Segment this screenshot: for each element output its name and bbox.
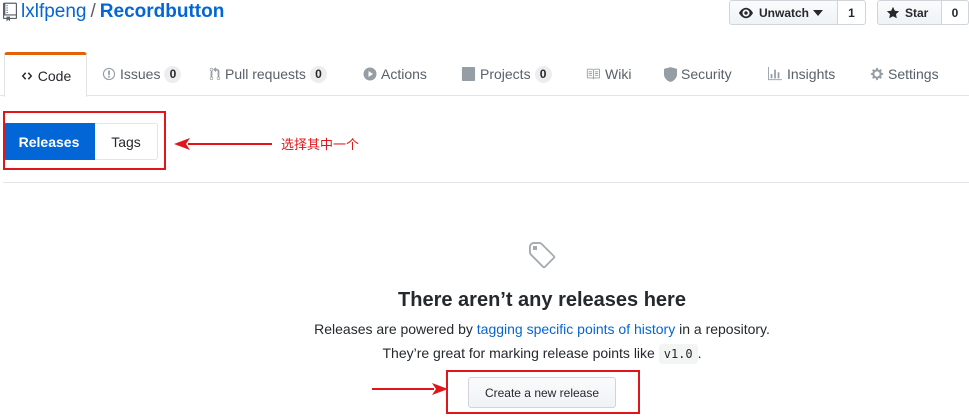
watchers-count[interactable]: 1 <box>838 0 866 25</box>
tags-toggle-button[interactable]: Tags <box>95 123 158 160</box>
project-icon <box>461 67 476 81</box>
tab-wiki[interactable]: Wiki <box>585 52 631 96</box>
blankslate-line1-suffix: in a repository. <box>675 321 770 337</box>
blankslate-line1-prefix: Releases are powered by <box>314 321 477 337</box>
projects-counter: 0 <box>534 65 552 83</box>
unwatch-button[interactable]: Unwatch <box>729 0 838 25</box>
play-icon <box>363 67 377 81</box>
tab-pull-requests-label: Pull requests <box>225 66 306 82</box>
annotation-note: 选择其中一个 <box>281 138 360 153</box>
star-label: Star <box>905 5 929 20</box>
graph-icon <box>767 67 783 81</box>
tab-settings[interactable]: Settings <box>870 52 939 96</box>
repo-separator: / <box>90 1 96 22</box>
tab-actions-label: Actions <box>381 66 427 82</box>
annotation-arrow-left <box>174 138 272 150</box>
create-release-button[interactable]: Create a new release <box>468 377 616 408</box>
pull-request-icon <box>209 67 221 81</box>
tab-security-label: Security <box>681 66 732 82</box>
star-button[interactable]: Star <box>877 0 942 25</box>
pull-requests-counter: 0 <box>309 65 327 83</box>
issue-icon <box>102 67 116 81</box>
tab-insights-label: Insights <box>787 66 836 82</box>
repo-icon <box>3 2 17 22</box>
tab-projects-label: Projects <box>480 66 531 82</box>
tab-settings-label: Settings <box>888 66 939 82</box>
tab-pull-requests[interactable]: Pull requests 0 <box>209 52 327 96</box>
blankslate-line2-prefix: They’re great for marking release points… <box>382 345 659 361</box>
unwatch-label: Unwatch <box>759 5 810 20</box>
repo-header: lxlfpeng / Recordbutton <box>0 0 224 24</box>
eye-icon <box>739 7 753 18</box>
tab-issues-label: Issues <box>120 66 161 82</box>
releases-toggle-button[interactable]: Releases <box>3 123 95 160</box>
tab-wiki-label: Wiki <box>605 66 632 82</box>
tag-icon <box>529 242 556 269</box>
tagging-docs-link[interactable]: tagging specific points of history <box>477 321 675 337</box>
code-icon <box>20 70 34 82</box>
caret-down-icon <box>813 9 824 16</box>
star-control: Star 0 <box>877 0 969 25</box>
tab-projects[interactable]: Projects 0 <box>461 52 552 96</box>
blankslate-hint: They’re great for marking release points… <box>0 344 969 364</box>
blankslate-description: Releases are powered by tagging specific… <box>0 321 969 337</box>
section-divider <box>3 182 969 183</box>
tab-code[interactable]: Code <box>4 52 87 97</box>
repo-name-link[interactable]: Recordbutton <box>100 1 225 22</box>
issues-counter: 0 <box>164 65 182 83</box>
tab-code-label: Code <box>37 68 72 84</box>
shield-icon <box>664 66 677 82</box>
tab-actions[interactable]: Actions <box>363 52 427 96</box>
tab-issues[interactable]: Issues 0 <box>102 52 182 96</box>
repo-nav-tabs: Code Issues 0 Pull requests 0 Actions Pr… <box>0 52 969 97</box>
watch-control: Unwatch 1 <box>729 0 866 25</box>
star-icon <box>886 6 900 18</box>
stargazers-count[interactable]: 0 <box>942 0 969 25</box>
repo-owner-link[interactable]: lxlfpeng <box>21 1 87 22</box>
blankslate-line2-suffix: . <box>697 345 702 361</box>
blankslate-title: There aren’t any releases here <box>398 289 686 311</box>
version-code-sample: v1.0 <box>658 344 698 364</box>
tab-security[interactable]: Security <box>664 52 732 96</box>
annotation-arrow-right <box>372 383 448 395</box>
book-icon <box>585 67 601 81</box>
gear-icon <box>870 67 884 81</box>
tab-insights[interactable]: Insights <box>767 52 835 96</box>
